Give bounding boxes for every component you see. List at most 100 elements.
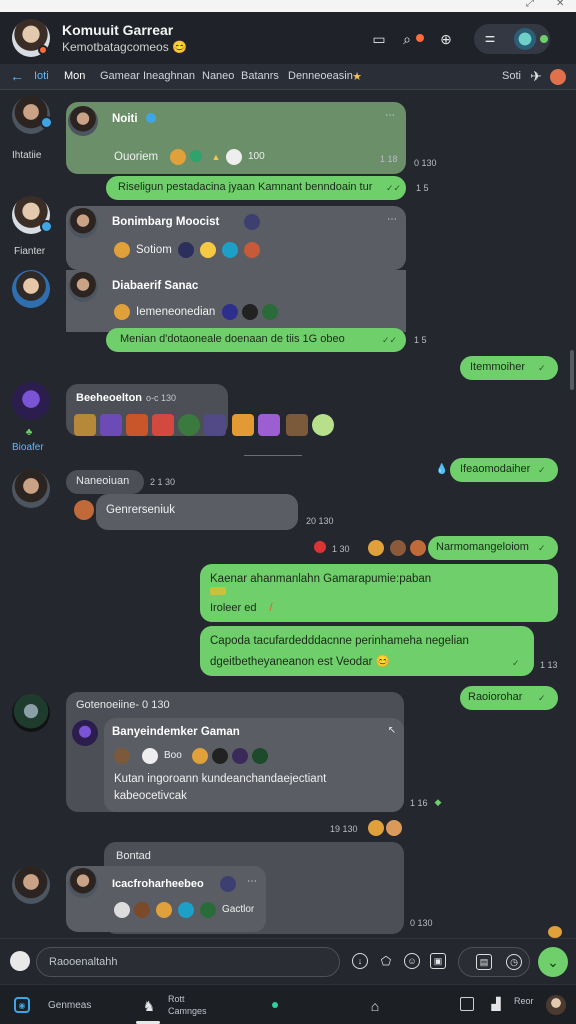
sender-avatar-6[interactable] bbox=[12, 694, 50, 732]
message-bubble-11[interactable]: Kaenar ahanmanlahn Gamarapumie:paban Iro… bbox=[200, 564, 558, 622]
search-icon[interactable]: ⌕ bbox=[398, 30, 416, 48]
close-icon[interactable]: ✕ bbox=[556, 0, 564, 9]
send-plane-icon[interactable]: ✈ bbox=[528, 68, 544, 84]
message-input[interactable]: Raooenaltahh bbox=[36, 947, 340, 977]
sender-avatar-3[interactable] bbox=[12, 270, 50, 308]
user-avatar-small[interactable] bbox=[10, 951, 30, 971]
message-bubble-12[interactable]: Capoda tacufardedddacnne perinhameha neg… bbox=[200, 626, 534, 676]
status-dot bbox=[38, 45, 48, 55]
puzzle-icon[interactable]: ♞ bbox=[140, 997, 158, 1015]
tablet-icon[interactable]: ▭ bbox=[370, 30, 388, 48]
more-icon[interactable]: ⋯ bbox=[384, 110, 396, 121]
nav-camgas-label[interactable]: Camnges bbox=[168, 1006, 207, 1016]
sticker-7[interactable] bbox=[232, 414, 254, 436]
user-mini-avatar[interactable] bbox=[550, 69, 566, 85]
message-bubble-13[interactable]: Raoiorohar ✓ bbox=[460, 686, 558, 710]
tab-ineaghnan[interactable]: Ineaghnan bbox=[143, 70, 195, 82]
file-icon[interactable]: ▤ bbox=[476, 954, 492, 970]
timestamp: 1 13 bbox=[540, 660, 558, 670]
sticker-4[interactable] bbox=[152, 414, 174, 436]
clock-icon[interactable]: ◷ bbox=[506, 954, 522, 970]
emoji-1 bbox=[114, 748, 130, 764]
read-check-icon: ✓✓ bbox=[386, 183, 402, 193]
emoji-picker-icon[interactable]: ☺ bbox=[404, 953, 420, 969]
profile-avatar[interactable] bbox=[546, 995, 566, 1015]
emoji-grin-icon bbox=[368, 540, 384, 556]
nav-games-label[interactable]: Genmeas bbox=[48, 1000, 91, 1011]
chat-header: Komuuit Garrear Kemotbatagcomeos 😊 ▭ ⌕ ⊕… bbox=[0, 12, 576, 64]
tab-gamear[interactable]: Gamear bbox=[100, 70, 140, 82]
emoji-5 bbox=[200, 902, 216, 918]
emoji-grin-icon bbox=[368, 820, 384, 836]
tab-naneo[interactable]: Naneo bbox=[202, 70, 234, 82]
quoted-text-line2: kabeocetivcak bbox=[114, 790, 187, 802]
sticker-1[interactable] bbox=[74, 414, 96, 436]
quoted-card-2[interactable]: Icacfroharheebeo ⋯ Gactlor bbox=[66, 866, 266, 932]
emoji-4 bbox=[178, 902, 194, 918]
shop-icon[interactable]: ⌂ bbox=[366, 997, 384, 1015]
download-icon[interactable]: ↓ bbox=[352, 953, 368, 969]
message-bubble-5[interactable]: Menian d'dotaoneale doenaan de tiis 1G o… bbox=[106, 328, 406, 352]
sender-name-1: Ihtatiie bbox=[12, 150, 42, 161]
tab-soti[interactable]: Soti bbox=[502, 70, 521, 82]
restore-icon[interactable]: ⤢ bbox=[526, 0, 534, 9]
quoted-card[interactable]: Banyeindemker Gaman ↖ Boo Kutan ingoroan… bbox=[72, 718, 404, 812]
message-bubble-4[interactable]: Diabaerif Sanac Iemeneonedian bbox=[66, 270, 406, 332]
image-icon[interactable]: ▣ bbox=[430, 953, 446, 969]
sticker-5[interactable] bbox=[178, 414, 200, 436]
send-button[interactable]: ⌄ bbox=[538, 947, 568, 977]
sender-name-2: Fianter bbox=[14, 246, 46, 257]
quoted-avatar bbox=[68, 868, 98, 898]
pointer-icon[interactable]: ↖ bbox=[386, 724, 398, 736]
sticker-8[interactable] bbox=[258, 414, 280, 436]
sticker-2[interactable] bbox=[100, 414, 122, 436]
profile-avatar[interactable] bbox=[514, 28, 536, 50]
tab-mon[interactable]: Mon bbox=[64, 70, 85, 82]
nav-extra-label[interactable]: Reor bbox=[514, 996, 534, 1006]
message-text-line1: Capoda tacufardedddacnne perinhameha neg… bbox=[210, 635, 469, 647]
divider bbox=[244, 455, 302, 456]
more-icon[interactable]: ⋯ bbox=[246, 876, 258, 887]
sender-avatar-7[interactable] bbox=[12, 866, 50, 904]
more-icon[interactable]: ⋯ bbox=[386, 214, 398, 225]
message-bubble-10[interactable]: Narmomangeloiom ✓ bbox=[428, 536, 558, 560]
message-author: Diabaerif Sanac bbox=[112, 280, 199, 292]
message-bubble-6[interactable]: Itemmoiher ✓ bbox=[460, 356, 558, 380]
square-icon[interactable] bbox=[460, 997, 474, 1011]
message-bubble-3[interactable]: Bonimbarg Moocist ⋯ Sotiom bbox=[66, 206, 406, 270]
message-text: Riseligun pestadacina jyaan Kamnant benn… bbox=[118, 181, 373, 193]
message-bubble-1[interactable]: Noiti ⋯ Ouoriem ▲ 100 1 18 bbox=[66, 102, 406, 174]
message-bubble-2[interactable]: Riseligun pestadacina jyaan Kamnant benn… bbox=[106, 176, 406, 200]
sender-avatar-5[interactable] bbox=[12, 470, 50, 508]
message-bubble-8[interactable]: Ifeaomodaiher ✓ bbox=[450, 458, 558, 482]
sticker-10[interactable] bbox=[312, 414, 334, 436]
tab-batanrs[interactable]: Batanrs bbox=[241, 70, 279, 82]
tab-denneoeasin[interactable]: Denneoeasin bbox=[288, 70, 353, 82]
sticker-9[interactable] bbox=[286, 414, 308, 436]
read-check-icon: ✓ bbox=[538, 693, 546, 703]
emoji-smile-icon bbox=[114, 304, 130, 320]
reply-avatar bbox=[68, 208, 98, 238]
sender-avatar-4[interactable] bbox=[12, 382, 50, 420]
emoji-happy-icon bbox=[200, 242, 216, 258]
message-text: Genrerseniuk bbox=[106, 504, 176, 516]
gamepad-icon[interactable]: ⊕ bbox=[436, 30, 456, 48]
emoji-spark-icon bbox=[222, 242, 238, 258]
tag-icon[interactable]: ⬠ bbox=[378, 953, 394, 969]
back-arrow-icon[interactable]: ← bbox=[10, 68, 24, 84]
chart-icon[interactable]: ▟ bbox=[488, 996, 504, 1012]
tab-ioti[interactable]: Ioti bbox=[34, 70, 49, 82]
scrollbar[interactable] bbox=[570, 350, 574, 390]
message-text: Iemeneonedian bbox=[136, 306, 216, 318]
sticker-3[interactable] bbox=[126, 414, 148, 436]
home-icon[interactable]: ◉ bbox=[14, 997, 30, 1013]
game-badge-icon: ♣ bbox=[25, 426, 33, 438]
menu-icon[interactable]: = bbox=[480, 29, 500, 49]
message-bubble-9[interactable]: Genrerseniuk bbox=[96, 494, 298, 530]
timestamp: 0 130 bbox=[414, 158, 437, 168]
verified-icon bbox=[144, 111, 158, 125]
emoji-face-icon bbox=[244, 242, 260, 258]
emoji-warrior-icon bbox=[390, 540, 406, 556]
sticker-6[interactable] bbox=[204, 414, 226, 436]
sender-name-4: Bioafer bbox=[12, 442, 44, 453]
